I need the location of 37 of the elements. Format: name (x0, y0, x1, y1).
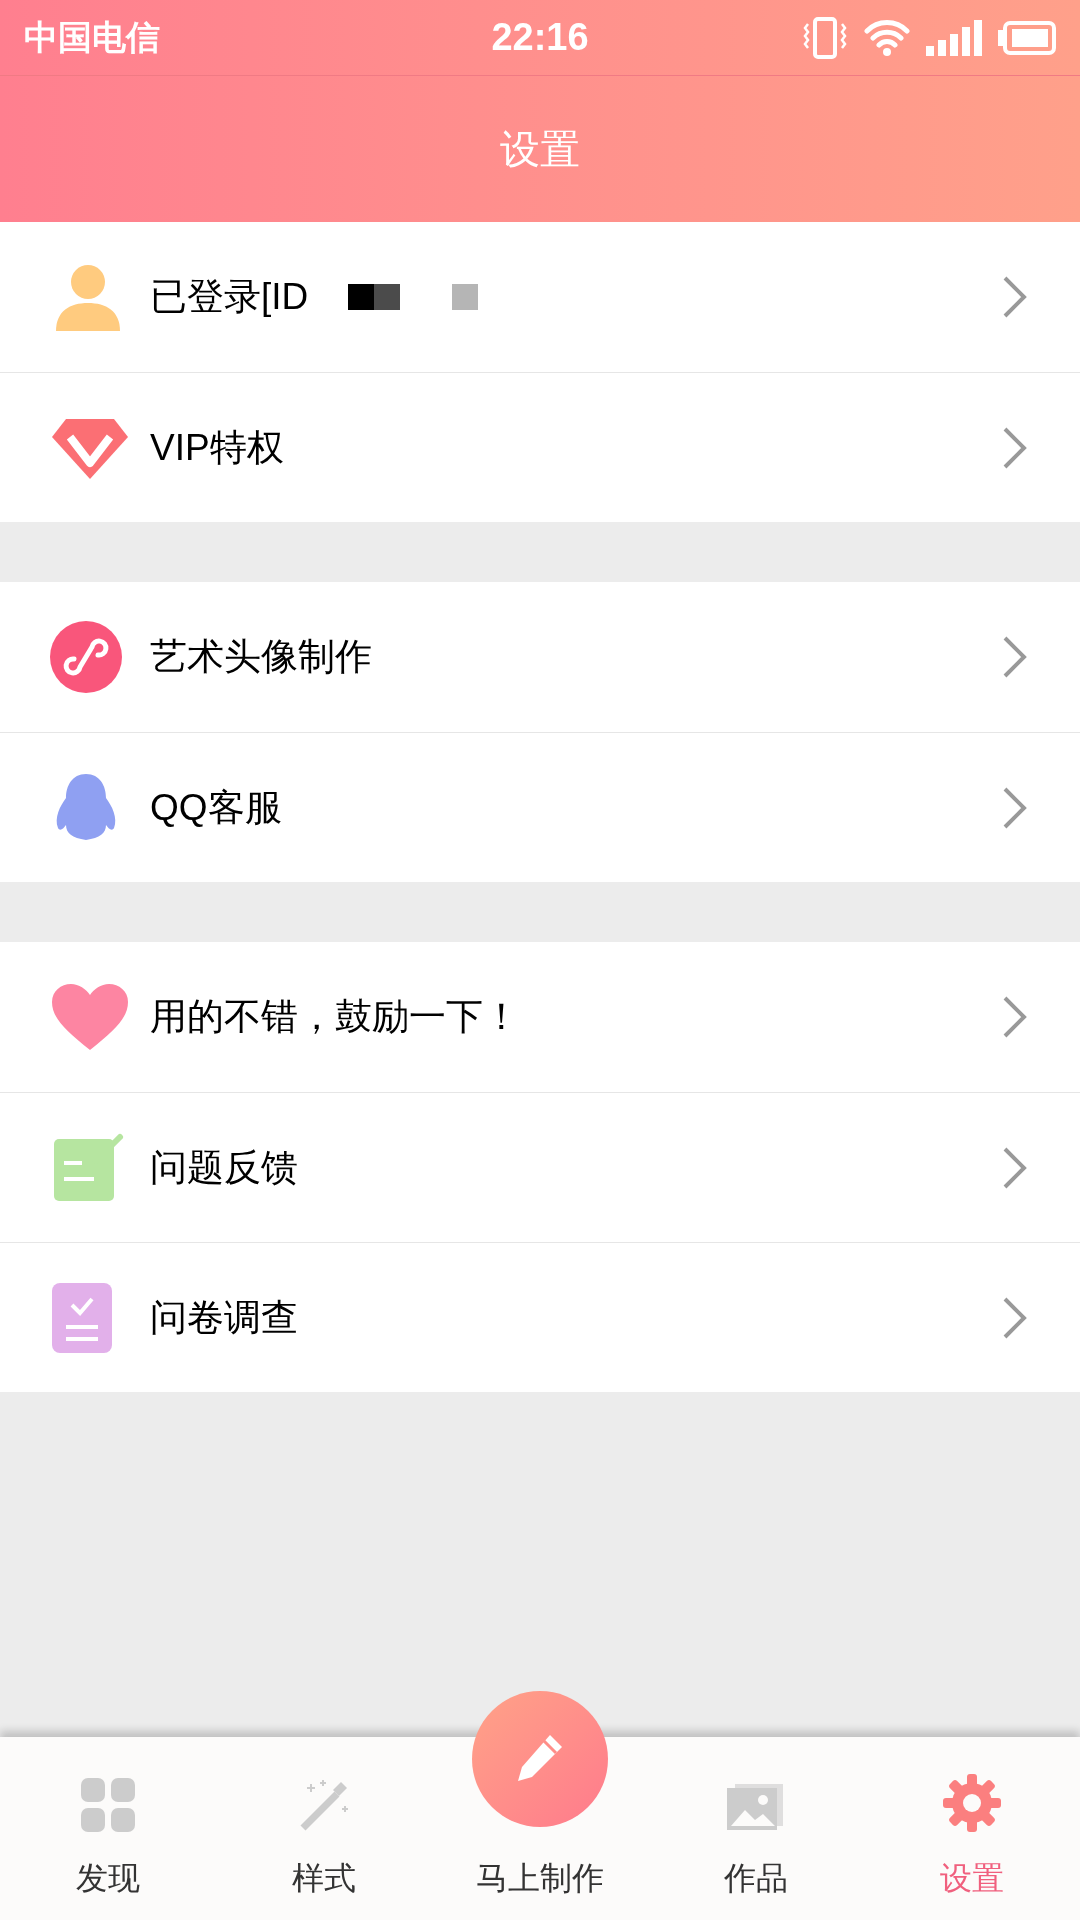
tab-button[interactable]: 作品 (648, 1737, 864, 1920)
chevron-icon (1002, 995, 1028, 1039)
row-label: 用的不错，鼓励一下！ (150, 995, 520, 1040)
page-title: 设置 (500, 126, 580, 173)
settings-row[interactable]: VIP特权 (0, 372, 1080, 522)
chevron-icon (1002, 635, 1028, 679)
chevron-icon (1002, 785, 1028, 830)
photos-icon (727, 1782, 785, 1832)
wifi-icon (864, 18, 910, 57)
row-label: 问卷调查 (150, 1295, 298, 1340)
settings-row[interactable]: 问卷调查 (0, 1242, 1080, 1392)
chevron-icon (1002, 1145, 1028, 1190)
settings-row[interactable]: 用的不错，鼓励一下！ (0, 942, 1080, 1092)
tab-button[interactable]: 发现 (0, 1737, 216, 1920)
clock-time: 22:16 (491, 15, 589, 60)
row-label: QQ客服 (150, 785, 282, 830)
chevron-icon (1002, 425, 1028, 470)
row-label: 艺术头像制作 (150, 635, 372, 680)
settings-row[interactable]: 艺术头像制作 (0, 582, 1080, 732)
tab-button[interactable]: 样式 (216, 1737, 432, 1920)
tab-button[interactable]: 马上制作 (432, 1691, 648, 1920)
chevron-icon (1002, 1295, 1028, 1340)
settings-row[interactable]: 已登录[ID (0, 222, 1080, 372)
signal-icon (926, 19, 982, 56)
chevron-icon (1002, 275, 1028, 319)
carrier-name: 中国电信 (24, 17, 161, 58)
settings-row[interactable]: 问题反馈 (0, 1092, 1080, 1242)
settings-icon (943, 1774, 1001, 1832)
grid-icon (81, 1778, 135, 1832)
settings-row[interactable]: QQ客服 (0, 732, 1080, 882)
heart-icon (50, 982, 130, 1052)
row-label: 已登录[ID (150, 275, 309, 320)
vibrate-icon (802, 15, 848, 60)
row-label: 问题反馈 (150, 1145, 298, 1190)
row-label: VIP特权 (150, 425, 284, 470)
link-icon (50, 621, 122, 693)
battery-icon (998, 20, 1056, 55)
